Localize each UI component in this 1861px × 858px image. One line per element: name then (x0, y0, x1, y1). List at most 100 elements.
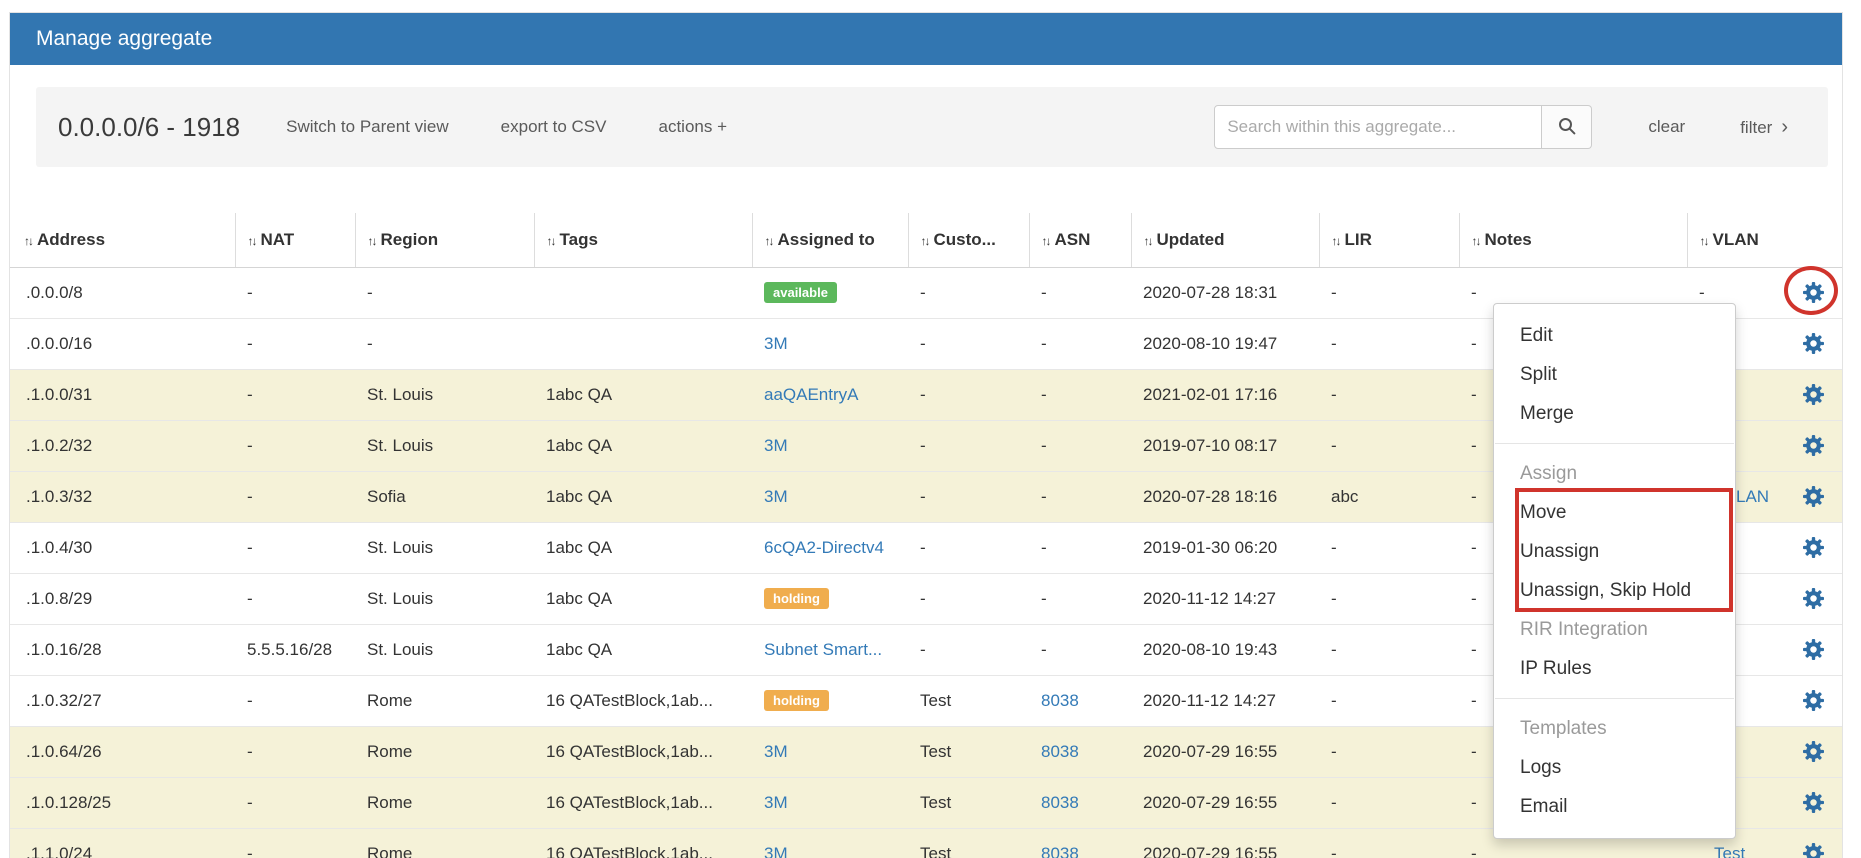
cell-tags: 1abc QA (534, 573, 752, 624)
column-header-region[interactable]: ↑↓Region (355, 213, 534, 267)
cell-link[interactable]: 8038 (1041, 793, 1079, 812)
gear-icon[interactable] (1803, 384, 1824, 405)
column-header-nat[interactable]: ↑↓NAT (235, 213, 355, 267)
column-header-tags[interactable]: ↑↓Tags (534, 213, 752, 267)
column-label: Tags (560, 230, 598, 249)
cell-link[interactable]: 3M (764, 334, 788, 353)
cell-link[interactable]: 8038 (1041, 742, 1079, 761)
cell-tags (534, 267, 752, 318)
menu-item-unassign-skip-hold[interactable]: Unassign, Skip Hold (1494, 571, 1735, 610)
column-header-updated[interactable]: ↑↓Updated (1131, 213, 1319, 267)
cell-updated: 2020-11-12 14:27 (1131, 675, 1319, 726)
cell-row-actions (1782, 828, 1843, 858)
cell-nat: 5.5.5.16/28 (235, 624, 355, 675)
cell-link[interactable]: 3M (764, 487, 788, 506)
clear-button[interactable]: clear (1648, 117, 1685, 137)
cell-assigned-to: 3M (752, 420, 908, 471)
gear-icon[interactable] (1803, 690, 1824, 711)
cell-lir: - (1319, 828, 1459, 858)
cell-lir: - (1319, 777, 1459, 828)
column-header-assigned-to[interactable]: ↑↓Assigned to (752, 213, 908, 267)
cell-asn: - (1029, 522, 1131, 573)
menu-item-ip-rules[interactable]: IP Rules (1494, 649, 1735, 688)
status-badge: holding (764, 690, 829, 711)
gear-icon[interactable] (1803, 537, 1824, 558)
actions-menu-button[interactable]: actions + (658, 117, 727, 137)
column-header-address[interactable]: ↑↓Address (10, 213, 235, 267)
menu-item-edit[interactable]: Edit (1494, 316, 1735, 355)
cell-customer: Test (908, 675, 1029, 726)
menu-item-merge[interactable]: Merge (1494, 394, 1735, 433)
cell-lir: - (1319, 522, 1459, 573)
gear-icon[interactable] (1803, 741, 1824, 762)
filter-button[interactable]: filter› (1740, 116, 1788, 139)
cell-region: Rome (355, 828, 534, 858)
gear-icon[interactable] (1803, 792, 1824, 813)
cell-asn: - (1029, 573, 1131, 624)
switch-parent-view-button[interactable]: Switch to Parent view (286, 117, 449, 137)
plus-icon: + (717, 117, 727, 136)
cell-address: .1.0.4/30 (10, 522, 235, 573)
gear-icon[interactable] (1803, 486, 1824, 507)
cell-link[interactable]: aaQAEntryA (764, 385, 859, 404)
cell-customer: - (908, 522, 1029, 573)
column-header-lir[interactable]: ↑↓LIR (1319, 213, 1459, 267)
cell-link[interactable]: 3M (764, 793, 788, 812)
cell-row-actions (1782, 675, 1843, 726)
search-input[interactable] (1214, 105, 1542, 149)
cell-lir: - (1319, 369, 1459, 420)
cell-link[interactable]: LAN (1736, 487, 1769, 506)
cell-updated: 2020-11-12 14:27 (1131, 573, 1319, 624)
menu-item-assign: Assign (1494, 454, 1735, 493)
cell-lir: - (1319, 573, 1459, 624)
page-title: Manage aggregate (36, 27, 212, 50)
cell-link[interactable]: 6cQA2-Directv4 (764, 538, 884, 557)
cell-tags: 1abc QA (534, 420, 752, 471)
menu-item-unassign[interactable]: Unassign (1494, 532, 1735, 571)
cell-tags: 1abc QA (534, 522, 752, 573)
column-header-notes[interactable]: ↑↓Notes (1459, 213, 1687, 267)
cell-nat: - (235, 522, 355, 573)
cell-tags: 16 QATestBlock,1ab... (534, 828, 752, 858)
cell-link[interactable]: 3M (764, 436, 788, 455)
gear-icon[interactable] (1803, 843, 1824, 858)
cell-region: Rome (355, 726, 534, 777)
menu-divider (1495, 698, 1734, 699)
cell-customer: - (908, 267, 1029, 318)
column-header-vlan[interactable]: ↑↓VLAN (1687, 213, 1782, 267)
search-group (1214, 105, 1592, 149)
cell-asn: 8038 (1029, 726, 1131, 777)
search-button[interactable] (1542, 105, 1592, 149)
column-label: LIR (1345, 230, 1372, 249)
cell-link[interactable]: 8038 (1041, 691, 1079, 710)
cell-link[interactable]: 8038 (1041, 844, 1079, 858)
actions-label: actions (658, 117, 712, 136)
gear-icon[interactable] (1803, 639, 1824, 660)
column-label: VLAN (1713, 230, 1759, 249)
gear-icon[interactable] (1803, 333, 1824, 354)
cell-link[interactable]: 3M (764, 742, 788, 761)
menu-item-rir-integration: RIR Integration (1494, 610, 1735, 649)
menu-item-logs[interactable]: Logs (1494, 748, 1735, 787)
gear-icon[interactable] (1803, 282, 1824, 303)
column-label: Assigned to (778, 230, 875, 249)
gear-icon[interactable] (1803, 588, 1824, 609)
column-header-custo[interactable]: ↑↓Custo... (908, 213, 1029, 267)
cell-assigned-to: holding (752, 675, 908, 726)
cell-asn: 8038 (1029, 777, 1131, 828)
menu-item-email[interactable]: Email (1494, 787, 1735, 826)
cell-assigned-to: 3M (752, 471, 908, 522)
cell-link[interactable]: Test (1714, 844, 1745, 858)
menu-item-split[interactable]: Split (1494, 355, 1735, 394)
cell-link[interactable]: Subnet Smart... (764, 640, 882, 659)
cell-tags: 16 QATestBlock,1ab... (534, 777, 752, 828)
sort-icon: ↑↓ (248, 234, 256, 248)
cell-link[interactable]: 3M (764, 844, 788, 858)
cell-region: Sofia (355, 471, 534, 522)
gear-icon[interactable] (1803, 435, 1824, 456)
column-header-asn[interactable]: ↑↓ASN (1029, 213, 1131, 267)
export-csv-button[interactable]: export to CSV (501, 117, 607, 137)
cell-row-actions (1782, 471, 1843, 522)
menu-item-move[interactable]: Move (1494, 493, 1735, 532)
cell-assigned-to: 3M (752, 828, 908, 858)
